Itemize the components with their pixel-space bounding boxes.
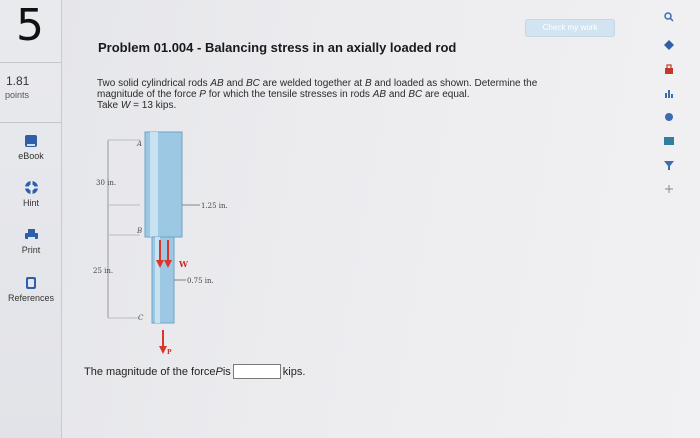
answer-unit: kips.	[282, 365, 306, 378]
force-p-input[interactable]	[232, 364, 281, 379]
rod-diagram: A B C W P 30 in. 25 in. 1.25 in. 0.75 in…	[93, 131, 228, 356]
statement-line-3: Take W = 13 kips.	[97, 100, 177, 111]
statement-line-2: magnitude of the force P for which the t…	[97, 89, 470, 100]
answer-mid: is	[222, 365, 231, 378]
answer-prefix: The magnitude of the force	[84, 365, 216, 378]
circle-icon[interactable]	[664, 112, 674, 122]
problem-statement: Two solid cylindrical rods AB and BC are…	[97, 78, 617, 111]
ebook-label: eBook	[18, 151, 44, 161]
lock-icon[interactable]	[664, 64, 674, 74]
hint-icon	[24, 181, 38, 194]
filter-icon[interactable]	[664, 160, 674, 170]
check-my-work-button[interactable]: Check my work	[525, 19, 615, 37]
rail-divider	[0, 62, 62, 63]
bookmark-icon[interactable]	[664, 40, 674, 50]
ebook-button[interactable]: eBook	[0, 134, 62, 161]
references-icon	[26, 277, 36, 289]
dim-upper-diameter: 1.25 in.	[201, 202, 228, 210]
label-a: A	[136, 140, 142, 148]
problem-title: Problem 01.004 - Balancing stress in an …	[98, 40, 457, 55]
dim-upper-length: 30 in.	[96, 179, 116, 187]
print-label: Print	[21, 245, 41, 255]
ebook-icon	[25, 135, 37, 147]
rod-highlight	[150, 132, 158, 237]
add-icon[interactable]	[664, 184, 674, 194]
references-label: References	[7, 293, 55, 303]
dim-lower-length: 25 in.	[93, 267, 113, 275]
dim-lower-diameter: 0.75 in.	[187, 277, 214, 285]
label-c: C	[138, 314, 144, 322]
label-w: W	[178, 259, 189, 269]
search-icon[interactable]	[664, 12, 674, 22]
question-number: 5	[16, 0, 44, 51]
image-icon[interactable]	[664, 136, 674, 146]
hint-button[interactable]: Hint	[0, 180, 62, 208]
statement-line-1: Two solid cylindrical rods AB and BC are…	[97, 78, 538, 89]
answer-var: P	[215, 365, 223, 378]
right-rail	[652, 0, 700, 438]
score-unit: points	[5, 90, 30, 100]
answer-row: The magnitude of the force P is kips.	[84, 364, 305, 379]
score-value: 1.81	[6, 74, 30, 88]
p-arrowhead	[159, 346, 167, 354]
left-rail: 5 1.81 points eBook Hint Print Reference…	[0, 0, 62, 438]
hint-label: Hint	[22, 198, 39, 208]
label-p: P	[167, 349, 172, 356]
references-button[interactable]: References	[0, 276, 62, 303]
rail-divider	[0, 122, 62, 123]
chart-icon[interactable]	[664, 88, 674, 98]
label-b: B	[136, 227, 142, 235]
print-button[interactable]: Print	[0, 228, 62, 255]
print-icon	[24, 229, 38, 241]
